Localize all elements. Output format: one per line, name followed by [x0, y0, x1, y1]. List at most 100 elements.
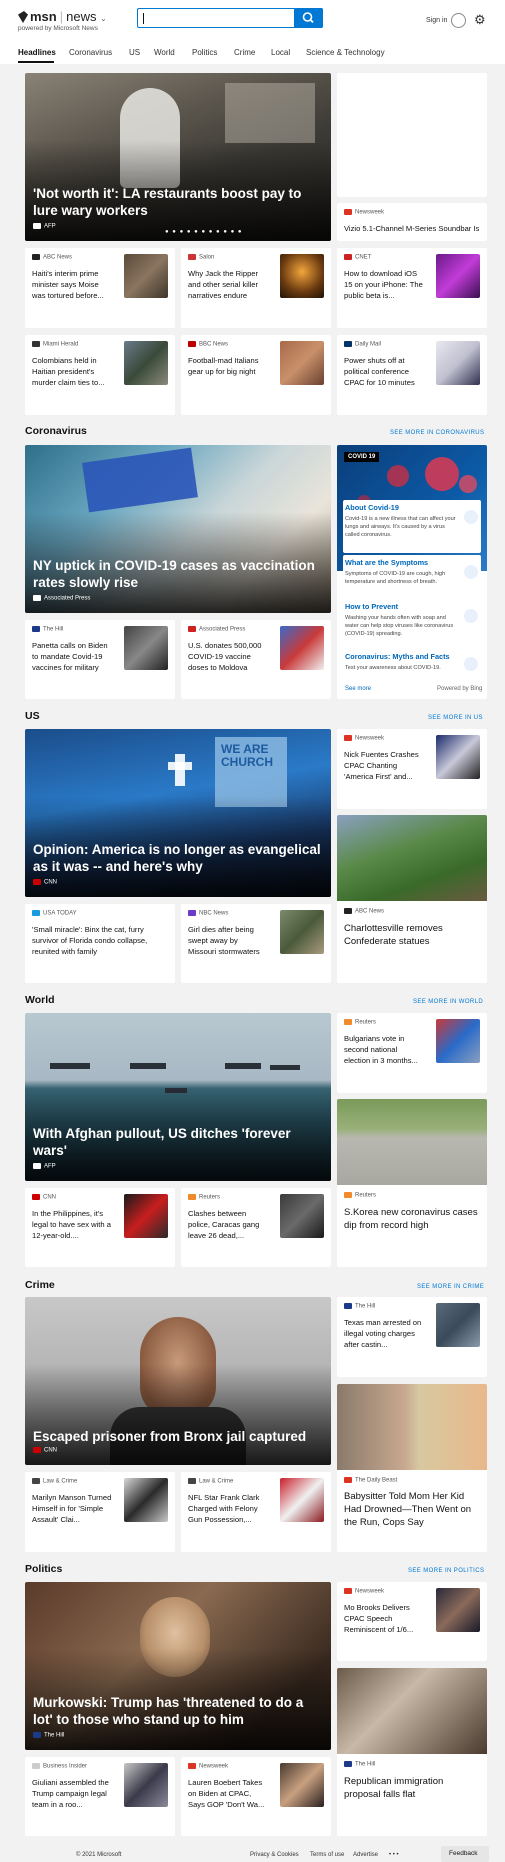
hero-title[interactable]: Escaped prisoner from Bronx jail capture… — [33, 1428, 321, 1445]
terms-link[interactable]: Terms of use — [310, 1852, 344, 1858]
chevron-down-icon[interactable]: ⌄ — [100, 14, 107, 23]
msn-logo[interactable]: msn | news ⌄ — [18, 9, 107, 24]
story-title[interactable]: Football-mad Italians gear up for big ni… — [188, 355, 268, 377]
story-title[interactable]: Vizio 5.1-Channel M-Series Soundbar Is .… — [344, 223, 484, 241]
covid-topic-symptoms[interactable]: What are the Symptoms Symptoms of COVID-… — [343, 555, 481, 597]
story-title[interactable]: Republican immigration proposal falls fl… — [344, 1775, 480, 1801]
story-title[interactable]: Colombians held in Haitian president's m… — [32, 355, 112, 388]
list-item[interactable]: Reuters S.Korea new coronavirus cases di… — [337, 1099, 487, 1267]
section-heading-world: World — [25, 994, 55, 1006]
list-item[interactable]: ABC News Charlottesville removes Confede… — [337, 815, 487, 983]
story-title[interactable]: Why Jack the Ripper and other serial kil… — [188, 268, 268, 301]
list-item[interactable]: The Daily Beast Babysitter Told Mom Her … — [337, 1384, 487, 1552]
see-more-us[interactable]: SEE MORE IN US — [428, 715, 483, 721]
story-title[interactable]: Lauren Boebert Takes on Biden at CPAC, S… — [188, 1777, 268, 1810]
story-title[interactable]: Nick Fuentes Crashes CPAC Chanting 'Amer… — [344, 749, 424, 782]
hero-title[interactable]: With Afghan pullout, US ditches 'forever… — [33, 1125, 321, 1159]
list-item[interactable]: CNET How to download iOS 15 on your iPho… — [337, 248, 487, 328]
privacy-link[interactable]: Privacy & Cookies — [250, 1852, 299, 1858]
carousel-dots[interactable]: ● ● ● ● ● ● ● ● ● ● ● — [165, 229, 243, 235]
list-item[interactable]: Miami Herald Colombians held in Haitian … — [25, 335, 175, 415]
see-more-politics[interactable]: SEE MORE IN POLITICS — [408, 1568, 484, 1574]
tab-politics[interactable]: Politics — [192, 48, 217, 57]
list-item[interactable]: Business Insider Giuliani assembled the … — [25, 1757, 175, 1836]
see-more-world[interactable]: SEE MORE IN WORLD — [413, 999, 483, 1005]
story-title[interactable]: U.S. donates 500,000 COVID-19 vaccine do… — [188, 640, 268, 673]
feedback-button[interactable]: Feedback — [441, 1846, 489, 1862]
tab-science-technology[interactable]: Science & Technology — [306, 48, 385, 57]
covid-topic-myths[interactable]: Coronavirus: Myths and Facts Test your a… — [343, 649, 481, 681]
story-title[interactable]: Marilyn Manson Turned Himself in for 'Si… — [32, 1492, 112, 1525]
list-item[interactable]: Reuters Clashes between police, Caracas … — [181, 1188, 331, 1267]
list-item[interactable]: Newsweek Nick Fuentes Crashes CPAC Chant… — [337, 729, 487, 809]
story-title[interactable]: Power shuts off at political conference … — [344, 355, 424, 388]
list-item[interactable]: Associated Press U.S. donates 500,000 CO… — [181, 620, 331, 699]
story-title[interactable]: Mo Brooks Delivers CPAC Speech Reminisce… — [344, 1602, 424, 1635]
section-label[interactable]: news — [66, 9, 96, 24]
list-item[interactable]: Reuters Bulgarians vote in second nation… — [337, 1013, 487, 1093]
story-title[interactable]: Babysitter Told Mom Her Kid Had Drowned—… — [344, 1490, 480, 1529]
story-thumbnail — [124, 254, 168, 298]
list-item[interactable]: The Hill Republican immigration proposal… — [337, 1668, 487, 1836]
footer: © 2021 Microsoft Privacy & Cookies Terms… — [0, 1850, 505, 1862]
tab-us[interactable]: US — [129, 48, 140, 57]
story-title[interactable]: Bulgarians vote in second national elect… — [344, 1033, 424, 1066]
see-more-coronavirus[interactable]: SEE MORE IN CORONAVIRUS — [390, 430, 484, 436]
hero-title[interactable]: Opinion: America is no longer as evangel… — [33, 841, 321, 875]
list-item[interactable]: BBC News Football-mad Italians gear up f… — [181, 335, 331, 415]
story-title[interactable]: Haiti's interim prime minister says Mois… — [32, 268, 112, 301]
covid-see-more[interactable]: See more — [345, 686, 371, 692]
list-item[interactable]: Salon Why Jack the Ripper and other seri… — [181, 248, 331, 328]
story-title[interactable]: 'Small miracle': Binx the cat, furry sur… — [32, 924, 168, 957]
tab-local[interactable]: Local — [271, 48, 290, 57]
list-item[interactable]: Law & Crime NFL Star Frank Clark Charged… — [181, 1472, 331, 1552]
tab-headlines[interactable]: Headlines — [18, 48, 56, 57]
list-item[interactable]: CNN In the Philippines, it's legal to ha… — [25, 1188, 175, 1267]
hero-title[interactable]: Murkowski: Trump has 'threatened to do a… — [33, 1694, 321, 1728]
hero-story[interactable]: Escaped prisoner from Bronx jail capture… — [25, 1297, 331, 1465]
story-title[interactable]: Clashes between police, Caracas gang lea… — [188, 1208, 268, 1241]
avatar-icon[interactable] — [451, 13, 466, 28]
hero-title[interactable]: NY uptick in COVID-19 cases as vaccinati… — [33, 557, 321, 591]
list-item[interactable]: ABC News Haiti's interim prime minister … — [25, 248, 175, 328]
list-item[interactable]: Law & Crime Marilyn Manson Turned Himsel… — [25, 1472, 175, 1552]
list-item[interactable]: The Hill Texas man arrested on illegal v… — [337, 1297, 487, 1377]
story-thumbnail — [124, 1194, 168, 1238]
list-item[interactable]: Daily Mail Power shuts off at political … — [337, 335, 487, 415]
list-item[interactable]: USA TODAY 'Small miracle': Binx the cat,… — [25, 904, 175, 983]
more-links-button[interactable]: • • • — [389, 1852, 399, 1858]
story-title[interactable]: In the Philippines, it's legal to have s… — [32, 1208, 112, 1241]
story-title[interactable]: How to download iOS 15 on your iPhone: T… — [344, 268, 424, 301]
hero-story[interactable]: NY uptick in COVID-19 cases as vaccinati… — [25, 445, 331, 613]
story-title[interactable]: Girl dies after being swept away by Miss… — [188, 924, 268, 957]
hero-title[interactable]: 'Not worth it': LA restaurants boost pay… — [33, 185, 321, 219]
story-title[interactable]: NFL Star Frank Clark Charged with Felony… — [188, 1492, 268, 1525]
story-title[interactable]: S.Korea new coronavirus cases dip from r… — [344, 1206, 480, 1232]
list-item[interactable]: The Hill Panetta calls on Biden to manda… — [25, 620, 175, 699]
list-item[interactable]: Newsweek Mo Brooks Delivers CPAC Speech … — [337, 1582, 487, 1661]
hero-story[interactable]: WE ARE CHURCH Opinion: America is no lon… — [25, 729, 331, 897]
list-item[interactable]: Newsweek Lauren Boebert Takes on Biden a… — [181, 1757, 331, 1836]
tab-world[interactable]: World — [154, 48, 175, 57]
story-title[interactable]: Charlottesville removes Confederate stat… — [344, 922, 480, 948]
story-title[interactable]: Giuliani assembled the Trump campaign le… — [32, 1777, 112, 1810]
search-button[interactable] — [294, 8, 323, 28]
story-thumbnail — [436, 341, 480, 385]
sign-in-link[interactable]: Sign in — [426, 17, 447, 24]
hero-story[interactable]: 'Not worth it': LA restaurants boost pay… — [25, 73, 331, 241]
tab-crime[interactable]: Crime — [234, 48, 255, 57]
tab-coronavirus[interactable]: Coronavirus — [69, 48, 112, 57]
story-title[interactable]: Panetta calls on Biden to mandate Covid-… — [32, 640, 112, 673]
covid-topic-about[interactable]: About Covid-19 Covid-19 is a new illness… — [343, 500, 481, 553]
hero-story[interactable]: With Afghan pullout, US ditches 'forever… — [25, 1013, 331, 1181]
list-item[interactable]: Newsweek Vizio 5.1-Channel M-Series Soun… — [337, 203, 487, 241]
story-title[interactable]: Texas man arrested on illegal voting cha… — [344, 1317, 424, 1350]
gear-icon[interactable]: ⚙ — [474, 13, 486, 26]
covid-topic-prevent[interactable]: How to Prevent Washing your hands often … — [343, 599, 481, 647]
see-more-crime[interactable]: SEE MORE IN CRIME — [417, 1284, 484, 1290]
handwash-icon — [464, 609, 478, 623]
list-item[interactable]: NBC News Girl dies after being swept awa… — [181, 904, 331, 983]
hero-story[interactable]: Murkowski: Trump has 'threatened to do a… — [25, 1582, 331, 1750]
covid-tag: COVID 19 — [344, 452, 380, 462]
advertise-link[interactable]: Advertise — [353, 1852, 378, 1858]
